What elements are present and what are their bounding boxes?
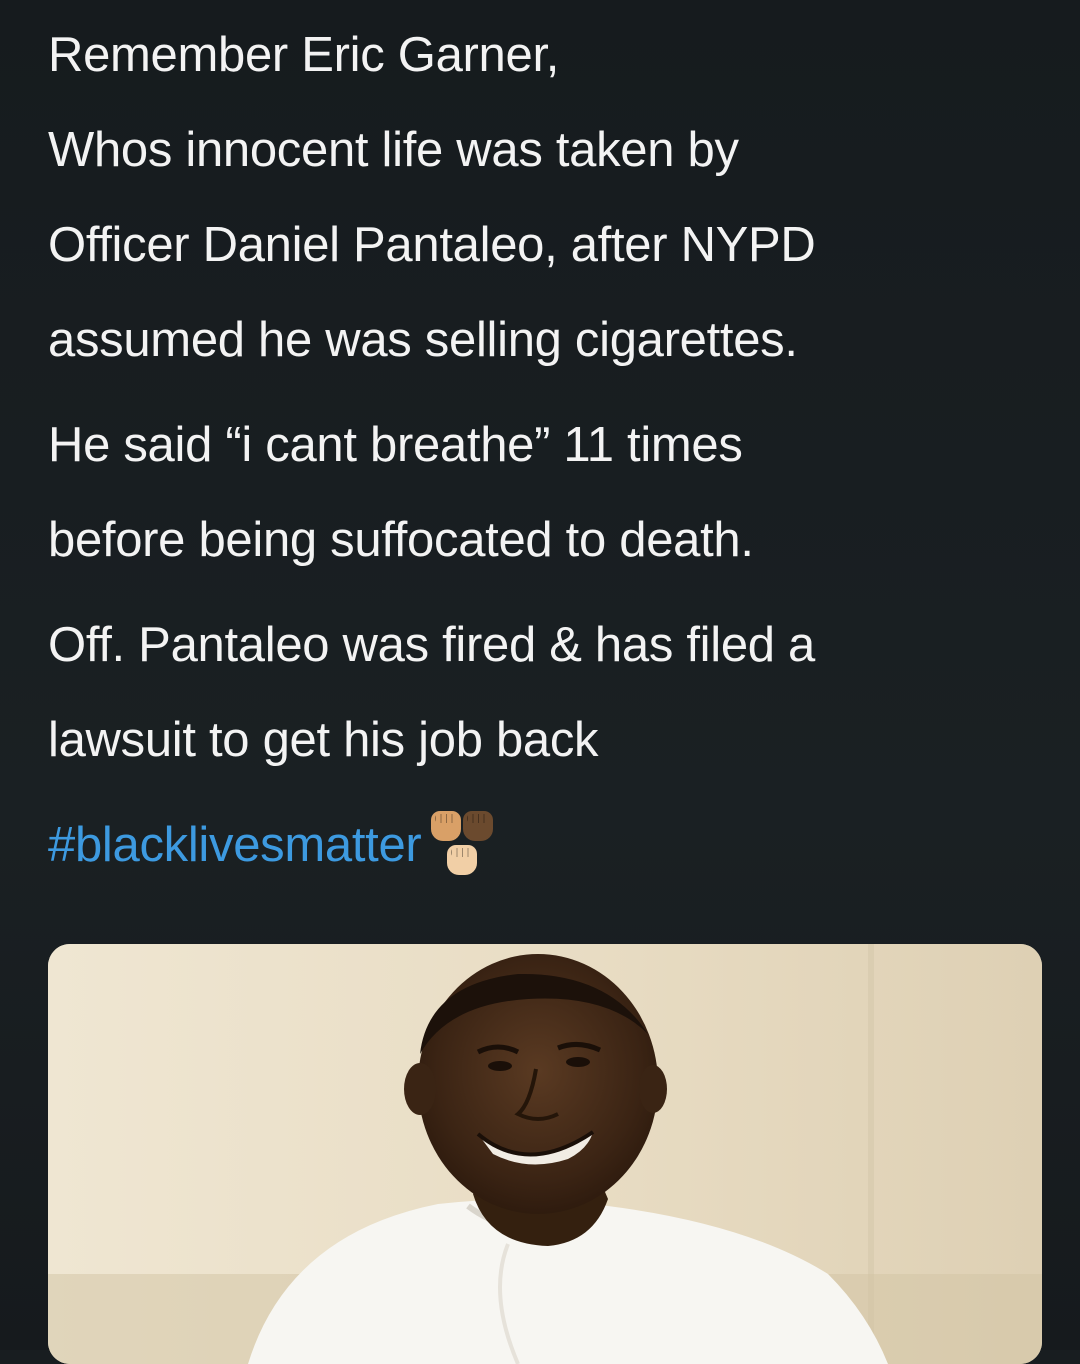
tweet-line: Officer Daniel Pantaleo, after NYPD [48,218,816,272]
photo-illustration [48,944,1042,1364]
tweet-line: lawsuit to get his job back [48,713,599,767]
tweet-line: He said “i cant breathe” 11 times [48,418,743,472]
tweet-line: Whos innocent life was taken by [48,123,739,177]
tweet: Remember Eric Garner, Whos innocent life… [0,0,1080,1364]
raised-fists-icon [429,810,499,891]
raised-fist-icon [447,844,478,875]
tweet-line: assumed he was selling cigarettes. [48,313,798,367]
tweet-line: before being suffocated to death. [48,513,754,567]
hashtag-row: #blacklivesmatter [48,798,1048,893]
tweet-line: Off. Pantaleo was fired & has filed a [48,618,815,672]
raised-fist-icon [463,810,494,841]
hashtag-link[interactable]: #blacklivesmatter [48,798,422,893]
tweet-line: Remember Eric Garner, [48,28,560,82]
tweet-text: Remember Eric Garner, Whos innocent life… [48,8,1048,893]
tweet-photo[interactable] [48,944,1042,1364]
raised-fist-icon [431,810,462,841]
